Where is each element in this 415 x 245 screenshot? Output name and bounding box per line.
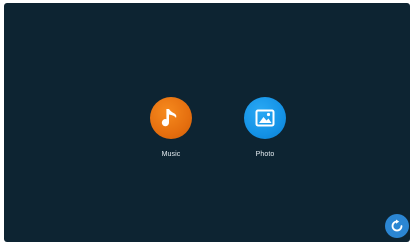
- refresh-button[interactable]: [385, 214, 409, 238]
- photo-app[interactable]: Photo: [235, 97, 295, 158]
- photo-label: Photo: [255, 151, 275, 158]
- home-screen: Music Photo: [4, 3, 410, 242]
- picture-icon[interactable]: [244, 97, 286, 139]
- music-note-icon[interactable]: [150, 97, 192, 139]
- music-app[interactable]: Music: [141, 97, 201, 158]
- refresh-icon: [391, 219, 403, 232]
- music-label: Music: [161, 151, 181, 158]
